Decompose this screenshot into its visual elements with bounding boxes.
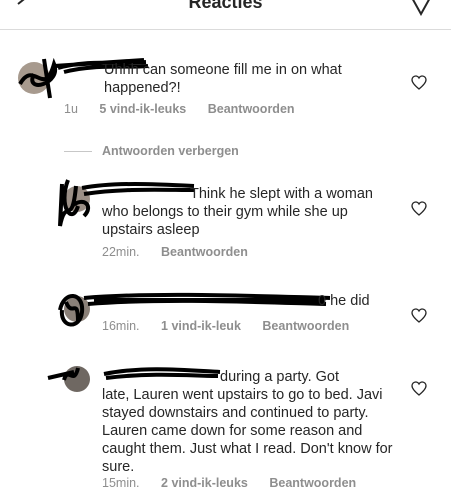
header-bar: Reacties — [0, 0, 451, 30]
heart-icon[interactable] — [411, 308, 427, 323]
reply-meta: 16min. 1 vind-ik-leuk Beantwoorden — [102, 319, 367, 333]
reply-time: 22min. — [102, 245, 140, 259]
avatar[interactable] — [64, 366, 90, 392]
divider — [64, 151, 92, 152]
reply-button[interactable]: Beantwoorden — [161, 245, 248, 259]
paper-plane-icon[interactable] — [409, 0, 433, 16]
comment-meta: 1u 5 vind-ik-leuks Beantwoorden — [64, 102, 313, 116]
reply-time: 16min. — [102, 319, 140, 333]
reply-text: 0 he did — [318, 293, 370, 309]
reply-time: 15min. — [102, 476, 140, 490]
comment-time: 1u — [64, 102, 78, 116]
heart-icon[interactable] — [411, 201, 427, 216]
like-count[interactable]: 1 vind-ik-leuk — [161, 319, 241, 333]
reply-text: Think he slept with a woman who belongs … — [102, 186, 373, 238]
reply-button[interactable]: Beantwoorden — [208, 102, 295, 116]
reply-button[interactable]: Beantwoorden — [269, 476, 356, 490]
heart-icon[interactable] — [411, 75, 427, 90]
reply-text: during a party. Got late, Lauren went up… — [102, 369, 393, 475]
avatar[interactable] — [64, 186, 90, 212]
hide-replies-label[interactable]: Antwoorden verbergen — [102, 144, 239, 158]
like-count[interactable]: 5 vind-ik-leuks — [99, 102, 186, 116]
reply-meta: 22min. Beantwoorden — [102, 245, 266, 259]
heart-icon[interactable] — [411, 381, 427, 396]
like-count[interactable]: 2 vind-ik-leuks — [161, 476, 248, 490]
reply-meta: 15min. 2 vind-ik-leuks Beantwoorden — [102, 476, 374, 490]
avatar[interactable] — [18, 62, 50, 94]
reply-button[interactable]: Beantwoorden — [262, 319, 349, 333]
avatar[interactable] — [64, 296, 90, 322]
comment-text: Uhhh can someone fill me in on what happ… — [104, 62, 342, 96]
page-title: Reacties — [188, 0, 263, 12]
